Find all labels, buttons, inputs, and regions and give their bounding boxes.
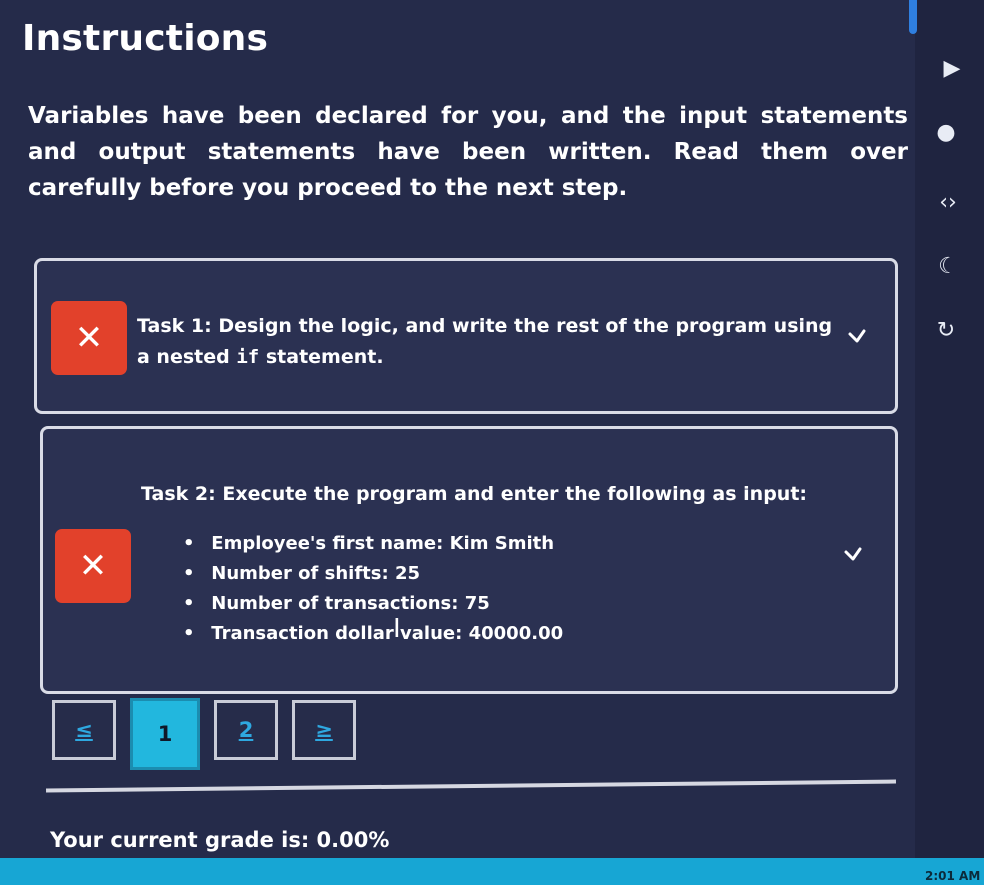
divider [46, 779, 896, 793]
instructions-panel: Instructions Variables have been declare… [0, 0, 915, 885]
task-1-label: Task 1: [137, 315, 212, 337]
list-item: Number of shifts: 25 [193, 559, 563, 589]
page-button-2[interactable]: 2 [214, 700, 278, 760]
task-2-status: ✕ [78, 546, 108, 586]
input-label: Employee's first name: [211, 533, 444, 554]
palette-icon[interactable]: ● [931, 120, 961, 145]
input-value: Kim Smith [449, 533, 555, 554]
input-label: Number of transactions: [211, 593, 459, 614]
grade-summary: Your current grade is: 0.00% [50, 828, 389, 852]
page-button-1[interactable]: 1 [130, 698, 200, 770]
input-value: 25 [394, 563, 421, 584]
grade-value: 0.00% [316, 828, 390, 852]
right-toolbar: ▶ ● ‹› ☾ ↻ [915, 0, 984, 858]
input-label: Number of shifts: [211, 563, 389, 584]
task-1-code: if [236, 346, 260, 368]
task-card-2[interactable]: Task 2: Execute the program and enter th… [40, 426, 898, 694]
pagination: ≤ 1 2 ≥ [52, 698, 356, 770]
task-1-description: Task 1: Design the logic, and write the … [137, 311, 837, 373]
list-item: Number of transactions: 75 [193, 589, 563, 619]
code-icon[interactable]: ‹› [933, 190, 963, 215]
task-2-label: Task 2: [141, 483, 216, 505]
play-icon[interactable]: ▶ [937, 56, 967, 81]
chevron-down-icon[interactable] [847, 327, 867, 347]
close-icon: ✕ [51, 301, 127, 375]
taskbar [0, 858, 984, 885]
page-title: Instructions [22, 18, 269, 59]
prev-page-button[interactable]: ≤ [52, 700, 116, 760]
text-cursor-icon: Ⅰ [393, 614, 401, 644]
scroll-handle[interactable] [909, 0, 917, 34]
list-item: Employee's first name: Kim Smith [193, 529, 563, 559]
input-list: Employee's first name: Kim Smith Number … [193, 529, 563, 649]
input-label: Transaction dollar value: [211, 623, 463, 644]
refresh-icon[interactable]: ↻ [931, 318, 961, 343]
next-page-button[interactable]: ≥ [292, 700, 356, 760]
task-2-text: Execute the program and enter the follow… [222, 483, 808, 505]
input-value: 75 [464, 593, 490, 614]
taskbar-clock: 2:01 AM [925, 869, 981, 883]
moon-icon[interactable]: ☾ [933, 254, 963, 279]
grade-label: Your current grade is: [50, 828, 310, 852]
task-1-text-after: statement. [265, 346, 384, 368]
task-card-1[interactable]: ✕ Task 1: Design the logic, and write th… [34, 258, 898, 414]
task-2-description: Task 2: Execute the program and enter th… [141, 479, 807, 510]
instructions-intro: Variables have been declared for you, an… [28, 103, 908, 201]
list-item: Transaction dollar value: 40000.00 [193, 619, 563, 649]
chevron-down-icon[interactable] [843, 545, 863, 565]
task-1-status: ✕ [74, 318, 104, 358]
input-value: 40000.00 [468, 623, 564, 644]
close-icon: ✕ [55, 529, 131, 603]
